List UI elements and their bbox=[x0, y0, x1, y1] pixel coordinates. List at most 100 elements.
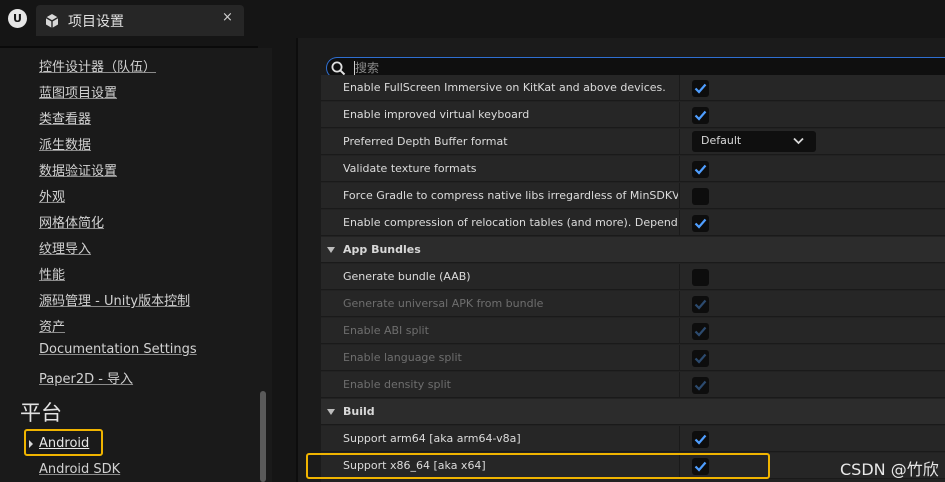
column-divider[interactable] bbox=[679, 264, 680, 290]
unreal-logo-icon: U bbox=[8, 9, 27, 28]
setting-label: Enable improved virtual keyboard bbox=[343, 108, 530, 121]
column-divider[interactable] bbox=[679, 129, 680, 155]
nav-item[interactable]: 蓝图项目设置 bbox=[39, 82, 197, 108]
nav-item[interactable]: 类查看器 bbox=[39, 108, 197, 134]
setting-label: Force Gradle to compress native libs irr… bbox=[343, 189, 678, 202]
setting-checkbox bbox=[692, 296, 709, 313]
nav-item[interactable]: 派生数据 bbox=[39, 134, 197, 160]
nav-item[interactable]: 网格体简化 bbox=[39, 212, 197, 238]
column-divider[interactable] bbox=[679, 183, 680, 209]
nav-item-label: 网格体简化 bbox=[39, 216, 105, 231]
nav-item-android-sdk[interactable]: Android SDK bbox=[39, 462, 120, 477]
column-divider[interactable] bbox=[679, 291, 680, 317]
search-icon bbox=[331, 61, 346, 76]
settings-nav-panel: 控件设计器（队伍） 蓝图项目设置类查看器派生数据数据验证设置 外观网格体简化纹理导入… bbox=[0, 48, 272, 482]
setting-label: Enable density split bbox=[343, 378, 451, 391]
setting-row: Validate texture formats bbox=[321, 156, 945, 182]
column-divider[interactable] bbox=[679, 318, 680, 344]
nav-scrollbar[interactable] bbox=[260, 391, 266, 482]
setting-row: Enable ABI split bbox=[321, 318, 945, 344]
setting-label: Validate texture formats bbox=[343, 162, 477, 175]
setting-row: Enable language split bbox=[321, 345, 945, 371]
setting-row: Enable improved virtual keyboard bbox=[321, 102, 945, 128]
chevron-down-icon bbox=[793, 137, 804, 145]
nav-item[interactable]: 纹理导入 bbox=[39, 238, 197, 264]
category-row[interactable]: App Bundles bbox=[321, 237, 945, 263]
setting-checkbox[interactable] bbox=[692, 431, 709, 448]
section-title-platform: 平台 bbox=[20, 401, 62, 425]
setting-checkbox bbox=[692, 377, 709, 394]
nav-item[interactable]: 数据验证设置 bbox=[39, 160, 197, 186]
nav-item[interactable]: 控件设计器（队伍） bbox=[39, 56, 197, 82]
setting-checkbox[interactable] bbox=[692, 107, 709, 124]
nav-item-label: 纹理导入 bbox=[39, 242, 92, 257]
column-divider[interactable] bbox=[679, 156, 680, 182]
checkmark-icon bbox=[694, 110, 707, 121]
column-divider[interactable] bbox=[679, 372, 680, 398]
tab-project-settings[interactable]: 项目设置 × bbox=[36, 5, 244, 36]
setting-label: Enable FullScreen Immersive on KitKat an… bbox=[343, 81, 666, 94]
depth-format-dropdown[interactable]: Default bbox=[692, 131, 816, 152]
setting-label: App Bundles bbox=[343, 243, 421, 256]
highlight-box-android bbox=[24, 429, 103, 456]
nav-item-label: 类查看器 bbox=[39, 112, 92, 127]
nav-item-label: Paper2D - 导入 bbox=[39, 372, 134, 387]
column-divider[interactable] bbox=[679, 426, 680, 452]
title-bar: U 项目设置 × bbox=[0, 0, 945, 48]
nav-item[interactable]: 源码管理 - Unity版本控制 bbox=[39, 290, 197, 316]
checkmark-icon bbox=[694, 299, 707, 310]
text-caret bbox=[354, 61, 355, 75]
setting-label: Enable compression of relocation tables … bbox=[343, 216, 678, 229]
nav-item[interactable]: 资产 bbox=[39, 316, 197, 342]
column-divider[interactable] bbox=[679, 102, 680, 128]
nav-item[interactable]: 性能 bbox=[39, 264, 197, 290]
setting-checkbox[interactable] bbox=[692, 269, 709, 286]
nav-item[interactable]: 外观 bbox=[39, 186, 197, 212]
checkmark-icon bbox=[694, 326, 707, 337]
column-divider[interactable] bbox=[679, 345, 680, 371]
tab-title: 项目设置 bbox=[68, 14, 124, 30]
watermark: CSDN @竹欣 bbox=[840, 460, 939, 479]
setting-label: Preferred Depth Buffer format bbox=[343, 135, 508, 148]
setting-row: Enable FullScreen Immersive on KitKat an… bbox=[321, 75, 945, 101]
setting-row: Enable compression of relocation tables … bbox=[321, 210, 945, 236]
nav-item-label: 数据验证设置 bbox=[39, 164, 118, 179]
setting-label: Build bbox=[343, 405, 375, 418]
setting-label: Enable language split bbox=[343, 351, 462, 364]
nav-item-label: 派生数据 bbox=[39, 138, 92, 153]
checkmark-icon bbox=[694, 83, 707, 94]
setting-checkbox bbox=[692, 350, 709, 367]
setting-row: Enable density split bbox=[321, 372, 945, 398]
nav-item-label: 控件设计器（队伍） bbox=[39, 60, 157, 75]
checkmark-icon bbox=[694, 380, 707, 391]
setting-row: Generate bundle (AAB) bbox=[321, 264, 945, 290]
nav-item-label: 资产 bbox=[39, 320, 66, 335]
checkmark-icon bbox=[694, 164, 707, 175]
setting-label: Support arm64 [aka arm64-v8a] bbox=[343, 432, 521, 445]
setting-row: Support arm64 [aka arm64-v8a] bbox=[321, 426, 945, 452]
dropdown-value: Default bbox=[701, 134, 742, 147]
category-row[interactable]: Build bbox=[321, 399, 945, 425]
close-icon[interactable]: × bbox=[222, 10, 233, 25]
setting-checkbox[interactable] bbox=[692, 161, 709, 178]
nav-item[interactable]: Documentation Settings bbox=[39, 342, 197, 368]
settings-cube-icon bbox=[45, 14, 59, 28]
setting-checkbox[interactable] bbox=[692, 188, 709, 205]
setting-label: Generate universal APK from bundle bbox=[343, 297, 544, 310]
setting-checkbox[interactable] bbox=[692, 80, 709, 97]
nav-item-label: 性能 bbox=[39, 268, 66, 283]
column-divider[interactable] bbox=[679, 210, 680, 236]
nav-item[interactable]: Paper2D - 导入 bbox=[39, 368, 197, 394]
nav-list: 控件设计器（队伍） 蓝图项目设置类查看器派生数据数据验证设置 外观网格体简化纹理导入… bbox=[39, 56, 197, 394]
highlight-box-x86 bbox=[306, 453, 770, 479]
setting-checkbox[interactable] bbox=[692, 215, 709, 232]
collapse-arrow-icon[interactable] bbox=[327, 247, 335, 253]
setting-row: Preferred Depth Buffer format Default bbox=[321, 129, 945, 155]
setting-label: Enable ABI split bbox=[343, 324, 429, 337]
setting-row: Force Gradle to compress native libs irr… bbox=[321, 183, 945, 209]
nav-item-label: 外观 bbox=[39, 190, 66, 205]
column-divider[interactable] bbox=[679, 75, 680, 101]
nav-item-label: 源码管理 - Unity版本控制 bbox=[39, 294, 191, 309]
collapse-arrow-icon[interactable] bbox=[327, 409, 335, 415]
checkmark-icon bbox=[694, 218, 707, 229]
